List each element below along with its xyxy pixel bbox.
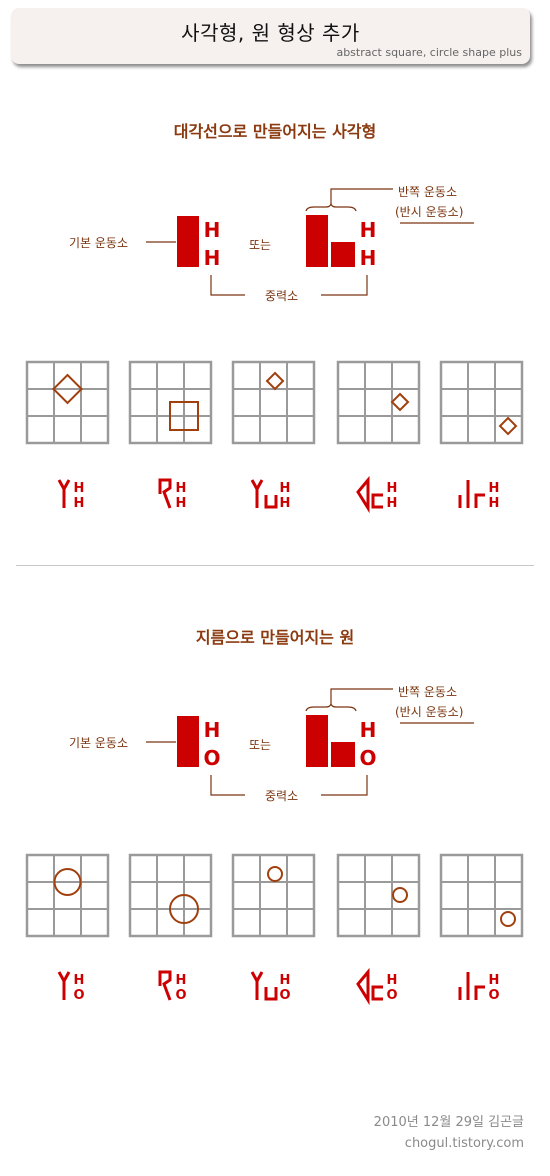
leader-line-gravity-left xyxy=(210,275,245,296)
hook-mark xyxy=(158,478,172,509)
wedge-mark xyxy=(356,967,370,1006)
diamond-shape xyxy=(390,392,410,412)
letter-top: H xyxy=(74,481,85,496)
letter-bottom: H xyxy=(489,496,500,511)
diamond-shape xyxy=(498,416,518,436)
letter-top: H xyxy=(176,481,187,496)
letter-bottom: O xyxy=(386,988,397,1003)
diagram-canvas: HHHHHHHHHHHHHHHOHOHOHOHOHOHO xyxy=(25,188,524,1006)
diamond-shape xyxy=(265,371,285,391)
grid-frame xyxy=(439,853,524,938)
basic-bar xyxy=(177,216,199,267)
letter-bottom: O xyxy=(175,988,186,1003)
footer-url: chogul.tistory.com xyxy=(404,1136,524,1151)
letter-bottom: H xyxy=(204,246,221,270)
letter-bottom: H xyxy=(74,496,85,511)
letter-top: H xyxy=(360,718,377,742)
letter-top: H xyxy=(204,718,221,742)
letter-top: H xyxy=(387,481,398,496)
letter-bottom: O xyxy=(73,988,84,1003)
letter-bottom: H xyxy=(360,246,377,270)
leader-line-gravity-right xyxy=(321,275,368,296)
gamma-mark xyxy=(474,493,485,508)
letter-bottom: H xyxy=(387,496,398,511)
fork-mark xyxy=(250,971,264,1000)
bracket-mark xyxy=(371,985,383,1001)
circle-shape xyxy=(500,911,516,927)
letter-bottom: O xyxy=(488,988,499,1003)
letter-top: H xyxy=(280,973,291,988)
hook-mark xyxy=(158,970,172,1001)
letter-top: H xyxy=(360,218,377,242)
grid-frame xyxy=(128,853,213,938)
half-bar-short xyxy=(331,242,355,267)
brace xyxy=(305,702,357,712)
letter-bottom: H xyxy=(176,496,187,511)
letter-bottom: O xyxy=(279,988,290,1003)
leader-line-gravity-left xyxy=(210,775,245,796)
letter-top: H xyxy=(74,973,85,988)
circle-shape xyxy=(392,887,408,903)
letter-bottom: O xyxy=(359,746,376,770)
leader-line-gravity-right xyxy=(321,775,368,796)
gamma-mark xyxy=(474,985,485,1000)
letter-top: H xyxy=(387,973,398,988)
letter-top: H xyxy=(204,218,221,242)
wedge-mark xyxy=(356,475,370,514)
circle-shape xyxy=(267,866,283,882)
leader-line-half xyxy=(330,688,393,704)
half-bar-short xyxy=(331,742,355,767)
letter-top: H xyxy=(280,481,291,496)
letter-bottom: O xyxy=(203,746,220,770)
letter-top: H xyxy=(489,481,500,496)
cup-mark xyxy=(264,495,278,509)
half-bar-tall xyxy=(306,715,328,767)
brace xyxy=(305,202,357,212)
footer-date: 2010년 12월 29일 김곤글 xyxy=(373,1115,524,1130)
letter-top: H xyxy=(176,973,187,988)
fork-mark xyxy=(57,971,71,1000)
letter-top: H xyxy=(489,973,500,988)
bracket-mark xyxy=(371,493,383,509)
letter-bottom: H xyxy=(280,496,291,511)
cup-mark xyxy=(264,987,278,1001)
fork-mark xyxy=(250,479,264,508)
basic-bar xyxy=(177,716,199,767)
fork-mark xyxy=(57,479,71,508)
leader-line-half xyxy=(330,188,393,204)
half-bar-tall xyxy=(306,215,328,267)
